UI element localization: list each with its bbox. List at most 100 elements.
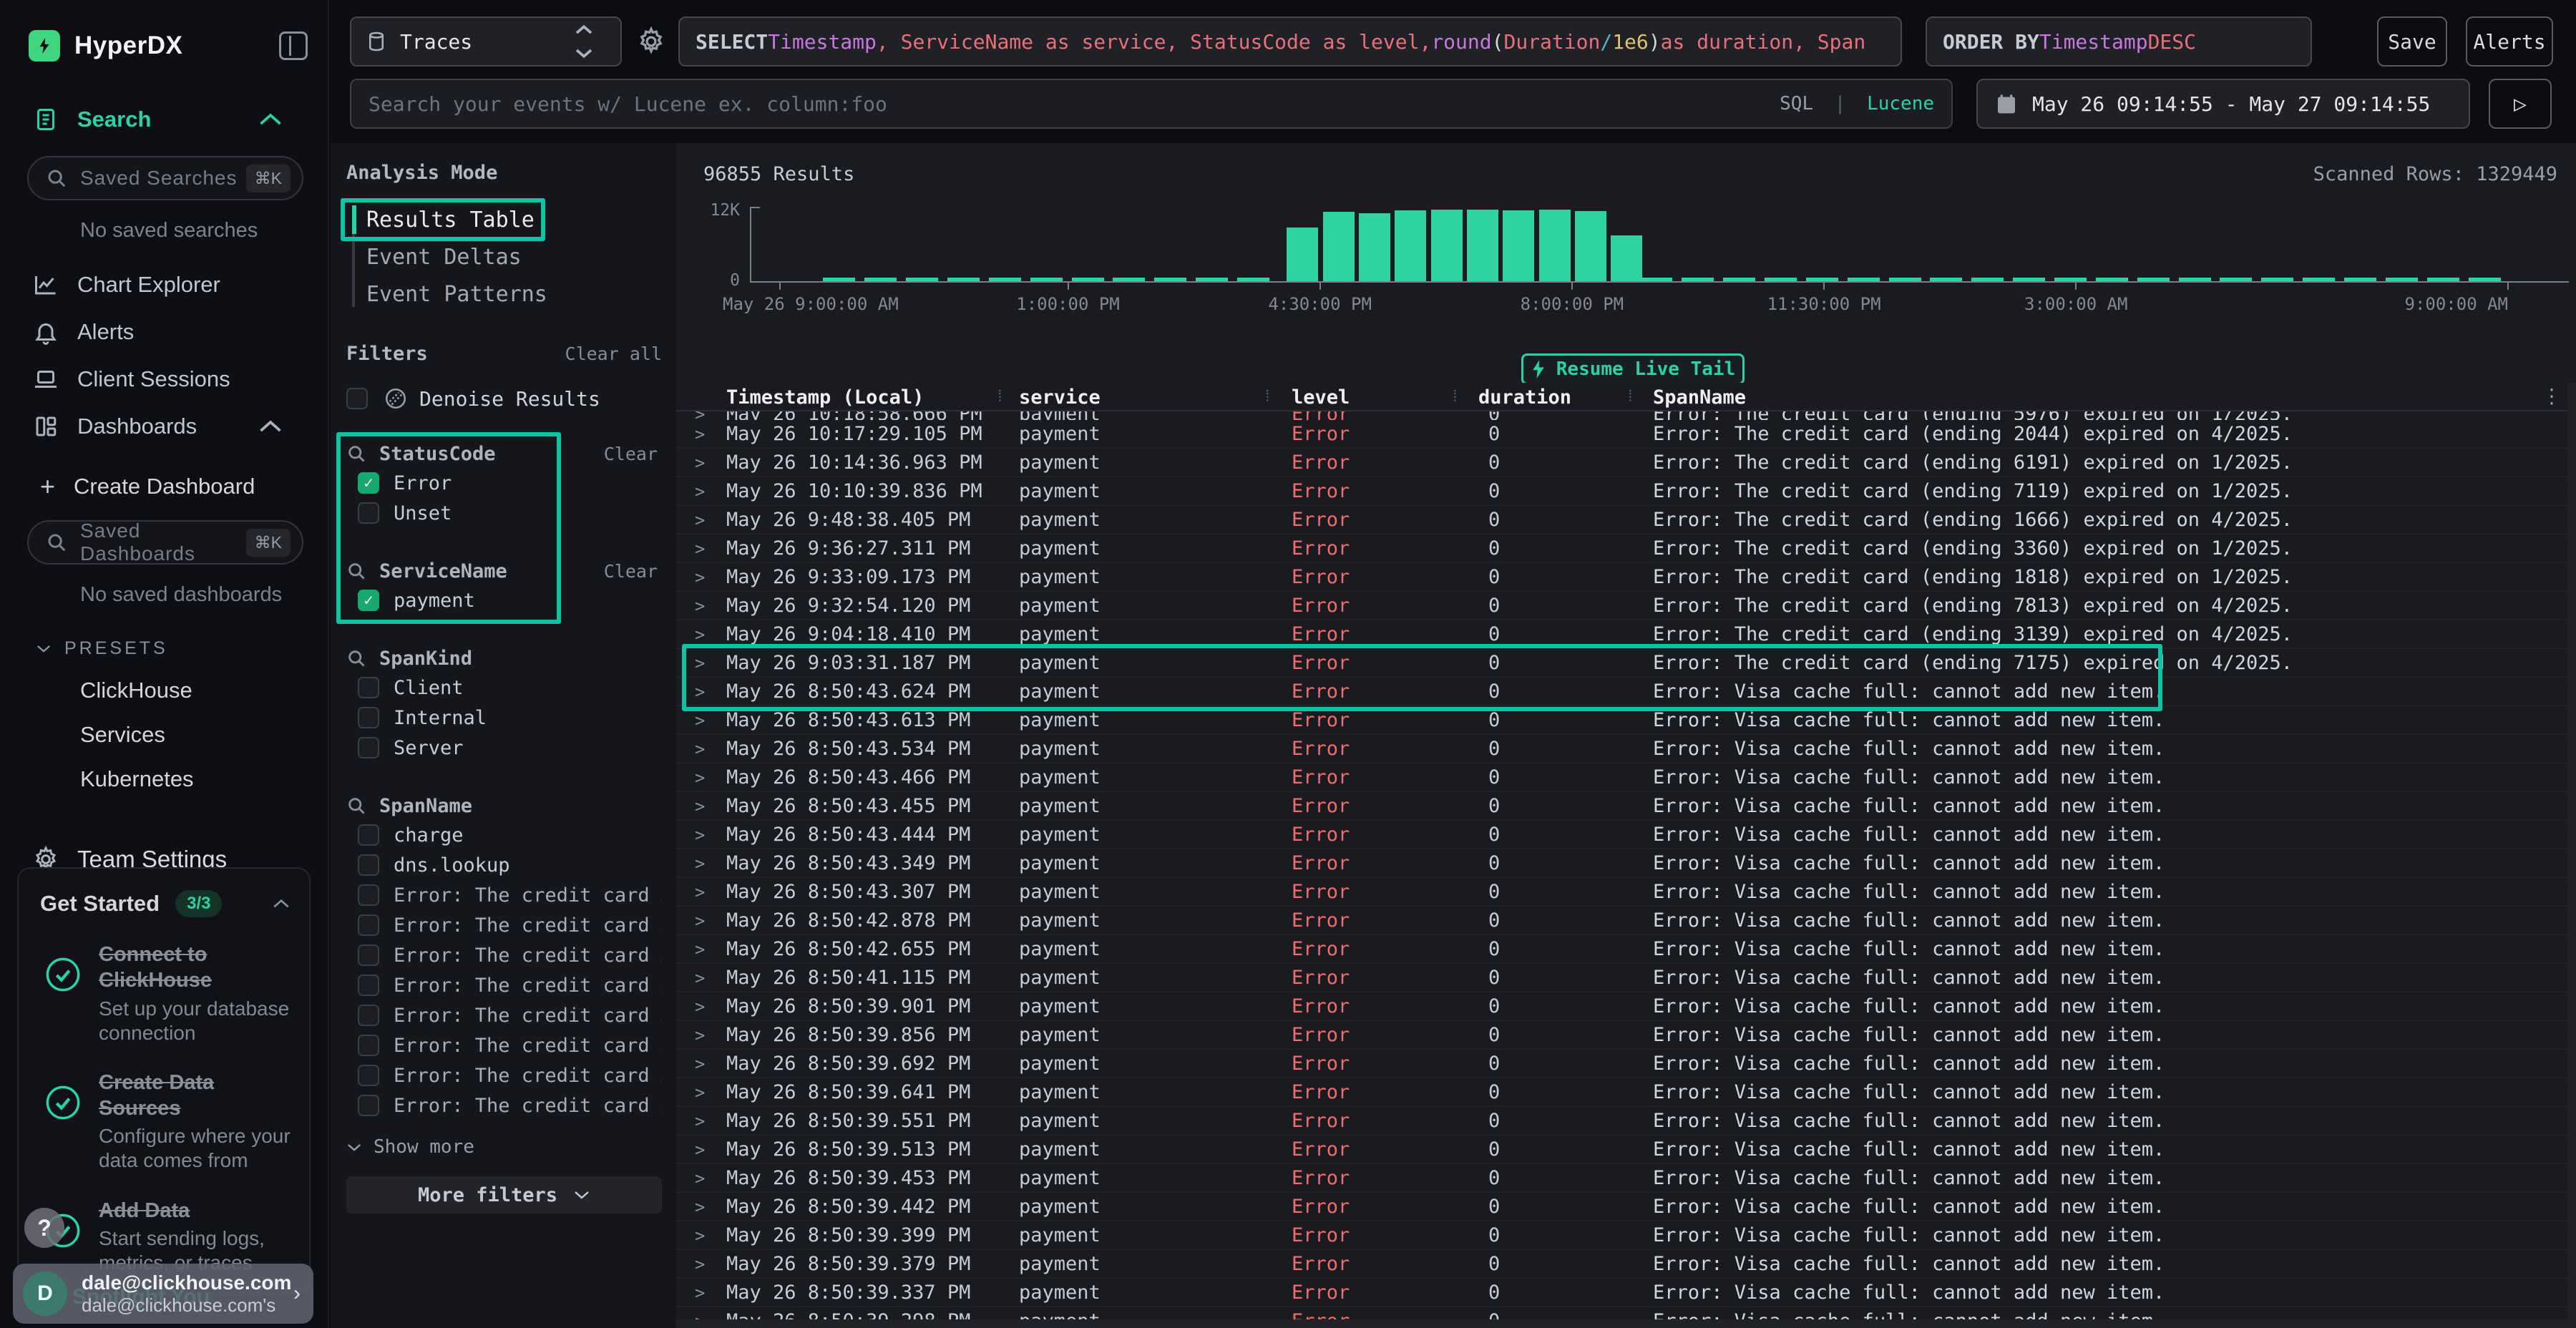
filter-checkbox[interactable] bbox=[358, 472, 379, 494]
sidebar-item-chart-explorer[interactable]: Chart Explorer bbox=[0, 267, 328, 303]
table-row[interactable]: >May 26 8:50:39.442 PMpaymentError0Error… bbox=[676, 1193, 2567, 1221]
row-expand-chevron-icon[interactable]: > bbox=[695, 849, 705, 878]
filter-option[interactable]: Error: The credit card … bbox=[346, 880, 662, 910]
row-expand-chevron-icon[interactable]: > bbox=[695, 1136, 705, 1164]
column-header-timestamp[interactable]: Timestamp (Local) bbox=[726, 383, 924, 411]
table-row[interactable]: >May 26 8:50:43.534 PMpaymentError0Error… bbox=[676, 735, 2567, 763]
filter-option[interactable]: payment bbox=[346, 585, 662, 615]
table-row[interactable]: >May 26 9:36:27.311 PMpaymentError0Error… bbox=[676, 534, 2567, 563]
filter-option[interactable]: Server bbox=[346, 733, 662, 763]
filter-option[interactable]: Internal bbox=[346, 703, 662, 733]
column-resize-handle[interactable]: ⁞ bbox=[1453, 386, 1458, 406]
lucene-search-input[interactable]: Search your events w/ Lucene ex. column:… bbox=[350, 79, 1953, 129]
sql-mode-toggle[interactable]: SQL bbox=[1780, 93, 1813, 114]
alerts-button[interactable]: Alerts bbox=[2466, 16, 2553, 67]
chevron-up-icon[interactable] bbox=[272, 898, 291, 909]
row-expand-chevron-icon[interactable]: > bbox=[695, 678, 705, 706]
filter-checkbox[interactable] bbox=[358, 854, 379, 876]
histogram-bar[interactable] bbox=[1611, 235, 1642, 281]
column-resize-handle[interactable]: ⁞ bbox=[1265, 386, 1270, 406]
run-search-button[interactable]: ▷ bbox=[2489, 79, 2552, 129]
table-row[interactable]: >May 26 8:50:39.379 PMpaymentError0Error… bbox=[676, 1250, 2567, 1279]
filter-checkbox[interactable] bbox=[358, 737, 379, 758]
table-row[interactable]: >May 26 8:50:42.878 PMpaymentError0Error… bbox=[676, 907, 2567, 935]
row-expand-chevron-icon[interactable]: > bbox=[695, 1050, 705, 1078]
table-row[interactable]: >May 26 8:50:43.307 PMpaymentError0Error… bbox=[676, 878, 2567, 907]
vertical-scrollbar[interactable] bbox=[2567, 383, 2576, 1328]
order-by-input[interactable]: ORDER BY Timestamp DESC bbox=[1926, 16, 2312, 67]
resume-live-tail-button[interactable]: Resume Live Tail bbox=[1521, 353, 1745, 385]
filter-option[interactable]: Unset bbox=[346, 498, 662, 528]
table-row[interactable]: >May 26 9:03:31.187 PMpaymentError0Error… bbox=[676, 649, 2567, 678]
row-expand-chevron-icon[interactable]: > bbox=[695, 411, 705, 420]
filter-checkbox[interactable] bbox=[358, 1035, 379, 1056]
filter-checkbox[interactable] bbox=[358, 1065, 379, 1086]
column-header-service[interactable]: service bbox=[1019, 383, 1101, 411]
sidebar-item-search[interactable]: Search bbox=[0, 102, 328, 137]
sidebar-item-alerts[interactable]: Alerts bbox=[0, 314, 328, 350]
sql-select-input[interactable]: SELECT Timestamp, ServiceName as service… bbox=[678, 16, 1902, 67]
get-started-step[interactable]: Connect to ClickHouseSet up your databas… bbox=[40, 942, 291, 1045]
filter-checkbox[interactable] bbox=[358, 1005, 379, 1026]
table-row[interactable]: >May 26 8:50:43.455 PMpaymentError0Error… bbox=[676, 792, 2567, 821]
filter-checkbox[interactable] bbox=[358, 677, 379, 698]
row-expand-chevron-icon[interactable]: > bbox=[695, 1279, 705, 1307]
row-expand-chevron-icon[interactable]: > bbox=[695, 449, 705, 477]
show-more-button[interactable]: Show more bbox=[346, 1136, 662, 1158]
row-expand-chevron-icon[interactable]: > bbox=[695, 907, 705, 935]
table-row-clipped[interactable]: >May 26 10:18:58.666 PMpaymentError0Erro… bbox=[676, 411, 2567, 420]
histogram-bar[interactable] bbox=[1395, 210, 1426, 281]
row-expand-chevron-icon[interactable]: > bbox=[695, 477, 705, 506]
table-row[interactable]: >May 26 9:48:38.405 PMpaymentError0Error… bbox=[676, 506, 2567, 534]
table-row[interactable]: >May 26 8:50:39.513 PMpaymentError0Error… bbox=[676, 1136, 2567, 1164]
table-row[interactable]: >May 26 8:50:39.692 PMpaymentError0Error… bbox=[676, 1050, 2567, 1078]
preset-item-kubernetes[interactable]: Kubernetes bbox=[80, 766, 328, 792]
filter-checkbox[interactable] bbox=[358, 1095, 379, 1116]
filter-option[interactable]: Error: The credit card … bbox=[346, 910, 662, 940]
row-expand-chevron-icon[interactable]: > bbox=[695, 1021, 705, 1050]
table-row[interactable]: >May 26 8:50:43.349 PMpaymentError0Error… bbox=[676, 849, 2567, 878]
table-row[interactable]: >May 26 8:50:39.551 PMpaymentError0Error… bbox=[676, 1107, 2567, 1136]
filter-option[interactable]: Error: The credit card … bbox=[346, 1030, 662, 1060]
filter-option[interactable]: Error: The credit card … bbox=[346, 1000, 662, 1030]
source-settings-gear-icon[interactable] bbox=[635, 26, 667, 57]
table-row[interactable]: >May 26 9:32:54.120 PMpaymentError0Error… bbox=[676, 592, 2567, 620]
filter-group-clear-button[interactable]: Clear bbox=[604, 444, 662, 464]
preset-item-clickhouse[interactable]: ClickHouse bbox=[80, 678, 328, 703]
sidebar-collapse-icon[interactable] bbox=[279, 31, 308, 60]
more-filters-button[interactable]: More filters bbox=[346, 1176, 662, 1214]
table-row[interactable]: >May 26 8:50:43.624 PMpaymentError0Error… bbox=[676, 678, 2567, 706]
histogram-bar[interactable] bbox=[1503, 210, 1534, 281]
filter-option[interactable]: Error: The credit card … bbox=[346, 940, 662, 970]
analysis-mode-event-deltas[interactable]: Event Deltas bbox=[366, 238, 662, 275]
filter-checkbox[interactable] bbox=[358, 914, 379, 936]
histogram-bar[interactable] bbox=[1323, 212, 1355, 281]
row-expand-chevron-icon[interactable]: > bbox=[695, 935, 705, 964]
table-row[interactable]: >May 26 8:50:39.856 PMpaymentError0Error… bbox=[676, 1021, 2567, 1050]
analysis-mode-results-table[interactable]: Results Table bbox=[366, 201, 662, 238]
table-row[interactable]: >May 26 8:50:39.337 PMpaymentError0Error… bbox=[676, 1279, 2567, 1307]
row-expand-chevron-icon[interactable]: > bbox=[695, 506, 705, 534]
row-expand-chevron-icon[interactable]: > bbox=[695, 735, 705, 763]
row-expand-chevron-icon[interactable]: > bbox=[695, 1307, 705, 1319]
column-resize-handle[interactable]: ⁞ bbox=[997, 386, 1002, 406]
results-histogram[interactable]: 12K 0 May 26 9:00:00 AM1:00:00 PM4:30:00… bbox=[750, 207, 2569, 281]
column-resize-handle[interactable]: ⁞ bbox=[1628, 386, 1633, 406]
filter-option[interactable]: Error: The credit card … bbox=[346, 1090, 662, 1120]
row-expand-chevron-icon[interactable]: > bbox=[695, 1107, 705, 1136]
column-header-spanname[interactable]: SpanName bbox=[1653, 383, 1746, 411]
table-row[interactable]: >May 26 10:10:39.836 PMpaymentError0Erro… bbox=[676, 477, 2567, 506]
table-row[interactable]: >May 26 10:14:36.963 PMpaymentError0Erro… bbox=[676, 449, 2567, 477]
table-row[interactable]: >May 26 8:50:39.399 PMpaymentError0Error… bbox=[676, 1221, 2567, 1250]
table-row[interactable]: >May 26 8:50:43.466 PMpaymentError0Error… bbox=[676, 763, 2567, 792]
user-account-chip[interactable]: D dale@clickhouse.com dale@clickhouse.co… bbox=[13, 1264, 313, 1324]
table-row[interactable]: >May 26 9:33:09.173 PMpaymentError0Error… bbox=[676, 563, 2567, 592]
clear-all-button[interactable]: Clear all bbox=[565, 343, 662, 364]
filter-group-clear-button[interactable]: Clear bbox=[604, 561, 662, 582]
filter-option[interactable]: Error: The credit card … bbox=[346, 1060, 662, 1090]
row-expand-chevron-icon[interactable]: > bbox=[695, 1164, 705, 1193]
denoise-results-toggle[interactable]: Denoise Results bbox=[346, 386, 662, 411]
row-expand-chevron-icon[interactable]: > bbox=[695, 763, 705, 792]
lucene-mode-toggle[interactable]: Lucene bbox=[1867, 93, 1934, 114]
table-row[interactable]: >May 26 9:04:18.410 PMpaymentError0Error… bbox=[676, 620, 2567, 649]
